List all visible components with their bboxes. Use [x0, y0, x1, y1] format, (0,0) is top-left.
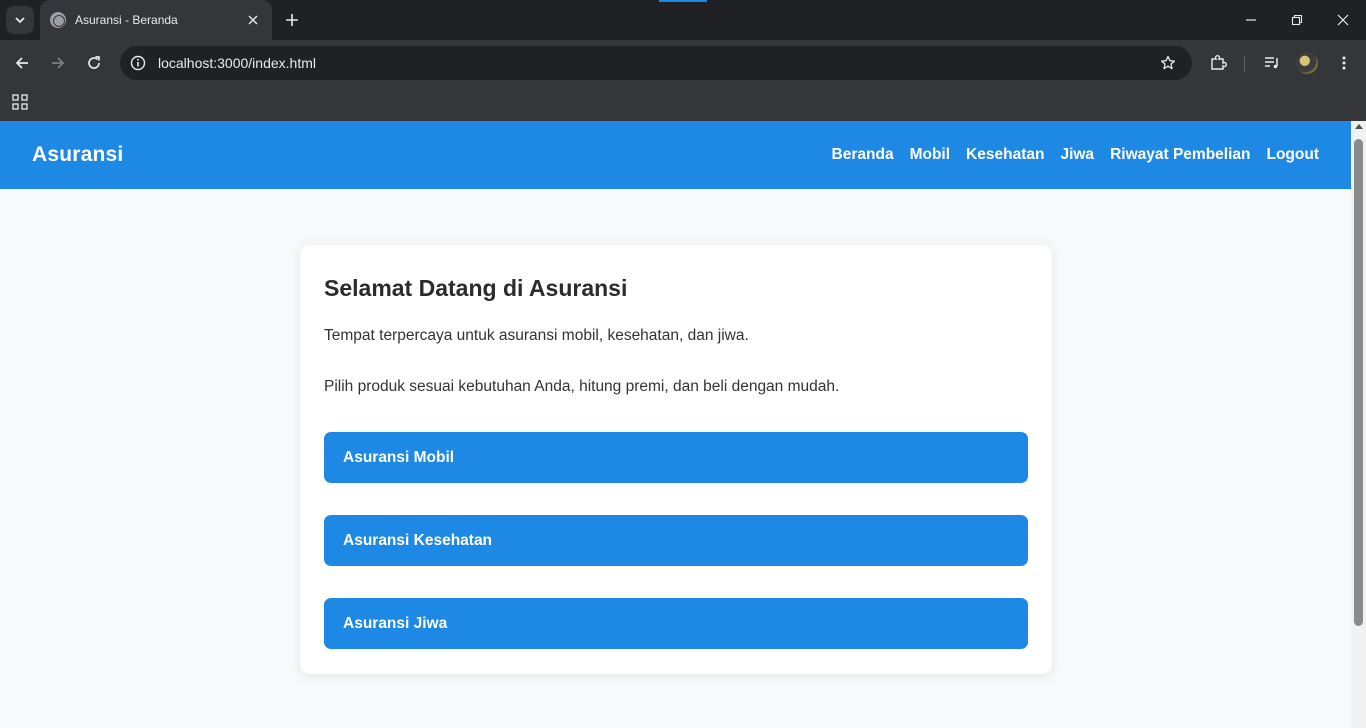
more-vertical-icon: [1342, 56, 1346, 70]
nav-link-beranda[interactable]: Beranda: [832, 146, 894, 164]
close-icon: [1337, 14, 1349, 26]
address-bar[interactable]: localhost:3000/index.html: [120, 46, 1192, 80]
browser-toolbar: localhost:3000/index.html: [0, 40, 1366, 86]
site-brand[interactable]: Asuransi: [32, 143, 123, 167]
arrow-left-icon: [15, 57, 28, 69]
media-control-button[interactable]: [1258, 49, 1286, 77]
page-title: Selamat Datang di Asuransi: [324, 275, 628, 301]
arrow-right-icon: [52, 57, 65, 69]
page-scrollbar[interactable]: [1351, 121, 1366, 728]
instruction-text: Pilih produk sesuai kebutuhan Anda, hitu…: [324, 378, 840, 395]
bookmarks-bar: [0, 86, 1366, 121]
scroll-up-arrow-icon[interactable]: [1355, 124, 1363, 129]
new-tab-button[interactable]: [280, 8, 304, 32]
back-button[interactable]: [8, 49, 36, 77]
asuransi-mobil-button[interactable]: Asuransi Mobil: [324, 432, 1028, 483]
site-navbar: Asuransi Beranda Mobil Kesehatan Jiwa Ri…: [0, 121, 1351, 189]
reload-button[interactable]: [80, 49, 108, 77]
nav-link-riwayat-pembelian[interactable]: Riwayat Pembelian: [1110, 146, 1250, 164]
site-info-icon[interactable]: [129, 54, 147, 72]
tab-title: Asuransi - Beranda: [75, 13, 178, 27]
plus-icon: [286, 14, 298, 26]
nav-link-logout[interactable]: Logout: [1266, 146, 1319, 164]
url-text: localhost:3000/index.html: [158, 55, 316, 71]
nav-link-mobil[interactable]: Mobil: [910, 146, 950, 164]
accent-bar: [659, 0, 707, 2]
toolbar-separator: [1244, 56, 1245, 72]
bookmark-star-icon[interactable]: [1158, 53, 1178, 73]
globe-icon: [50, 12, 66, 28]
close-icon: [248, 15, 258, 25]
browser-tab[interactable]: Asuransi - Beranda: [40, 0, 272, 40]
restore-icon: [1291, 14, 1303, 26]
apps-grid-icon[interactable]: [11, 93, 29, 111]
asuransi-jiwa-button[interactable]: Asuransi Jiwa: [324, 598, 1028, 649]
restore-button[interactable]: [1274, 0, 1320, 40]
minimize-button[interactable]: [1228, 0, 1274, 40]
intro-text: Tempat terpercaya untuk asuransi mobil, …: [324, 327, 749, 344]
browser-menu-button[interactable]: [1330, 49, 1358, 77]
profile-avatar[interactable]: [1296, 52, 1318, 74]
browser-tab-strip: Asuransi - Beranda: [0, 0, 1366, 40]
minimize-icon: [1246, 19, 1256, 21]
puzzle-icon: [1211, 55, 1227, 70]
main-nav: Beranda Mobil Kesehatan Jiwa Riwayat Pem…: [832, 146, 1319, 164]
tab-close-button[interactable]: [244, 11, 262, 29]
nav-link-kesehatan[interactable]: Kesehatan: [966, 146, 1044, 164]
close-window-button[interactable]: [1320, 0, 1366, 40]
reload-icon: [88, 56, 100, 69]
asuransi-kesehatan-button[interactable]: Asuransi Kesehatan: [324, 515, 1028, 566]
tab-search-button[interactable]: [6, 6, 34, 34]
forward-button[interactable]: [44, 49, 72, 77]
welcome-card: Selamat Datang di Asuransi Tempat terper…: [300, 245, 1052, 674]
chevron-down-icon: [15, 17, 25, 24]
playlist-music-icon: [1265, 57, 1278, 69]
extensions-button[interactable]: [1204, 49, 1232, 77]
page-viewport: Asuransi Beranda Mobil Kesehatan Jiwa Ri…: [0, 121, 1351, 728]
nav-link-jiwa[interactable]: Jiwa: [1060, 146, 1094, 164]
scrollbar-thumb[interactable]: [1354, 139, 1363, 626]
